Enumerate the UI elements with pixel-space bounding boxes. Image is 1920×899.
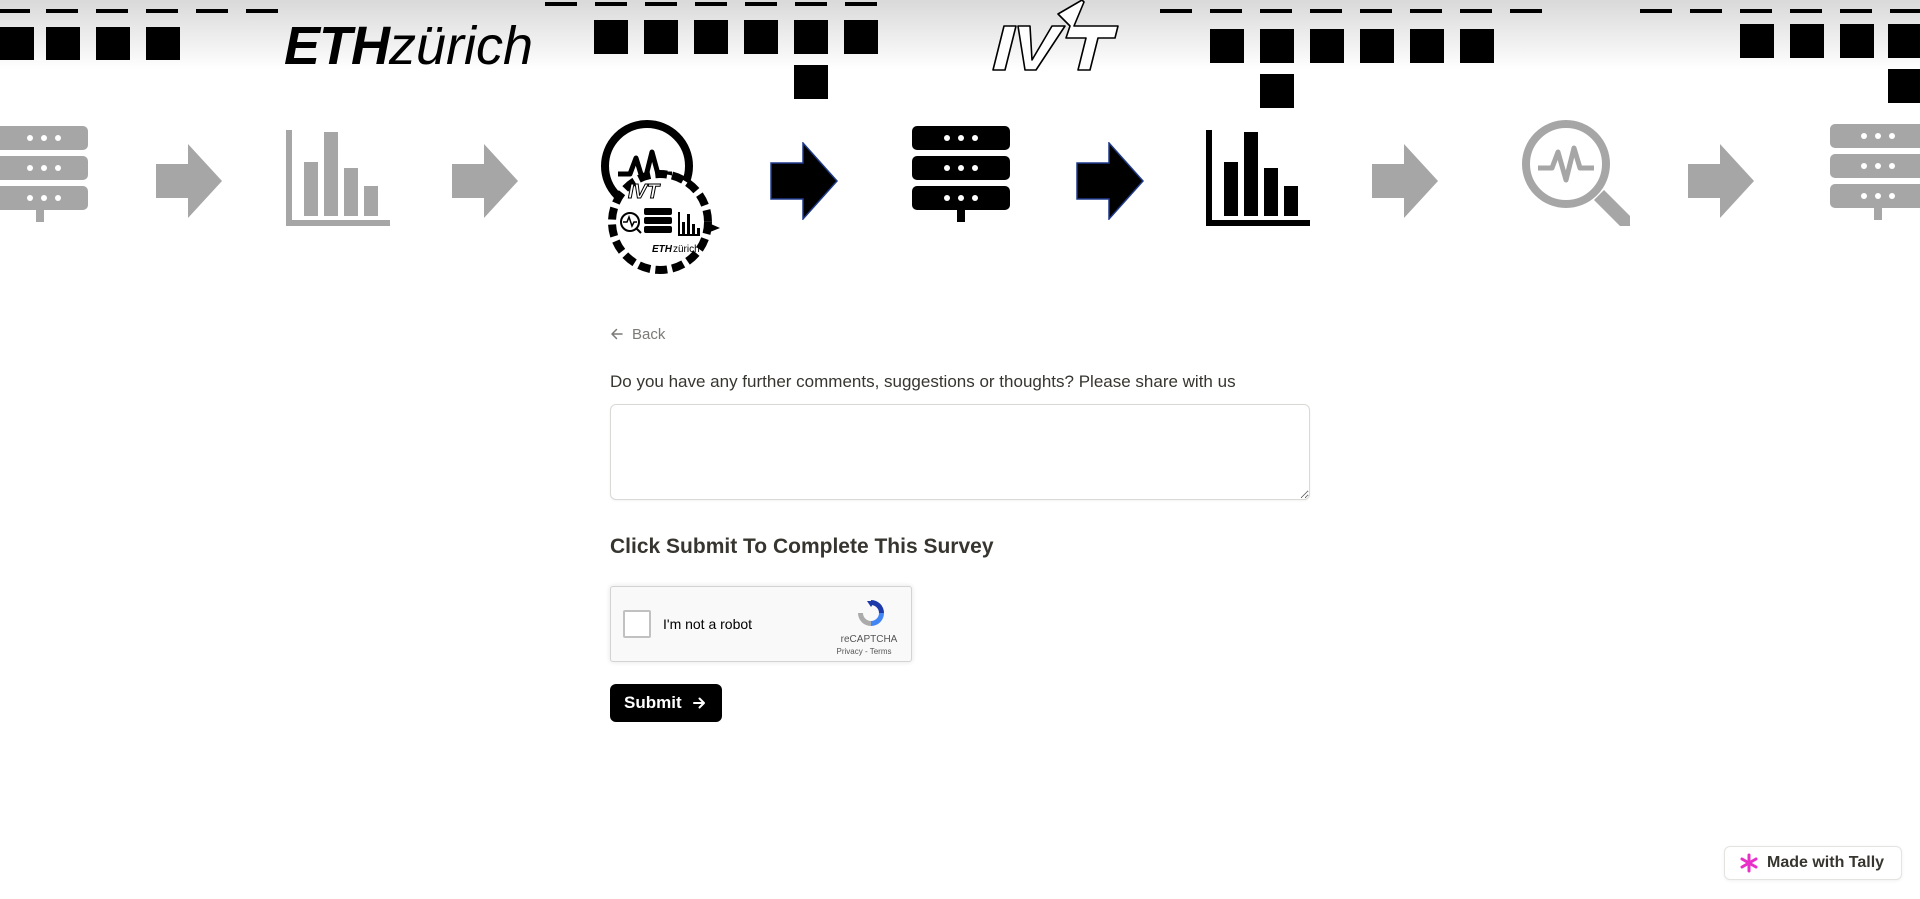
- submit-label: Submit: [624, 693, 682, 712]
- pixel-square: [594, 20, 628, 54]
- search-pulse-icon: [1522, 120, 1630, 226]
- pixel-square: [844, 20, 878, 54]
- tile-strip: [1510, 9, 1542, 13]
- tile-strip: [146, 9, 178, 13]
- pixel-square: [794, 20, 828, 54]
- pixel-square: [1260, 74, 1294, 108]
- tally-asterisk-icon: [1740, 853, 1758, 873]
- badge-ivt-text: IVT: [628, 181, 661, 203]
- pixel-square: [694, 20, 728, 54]
- ivt-logo: [992, 0, 1119, 71]
- svg-text:ETHzürich: ETHzürich: [652, 244, 700, 255]
- pixel-square: [1460, 29, 1494, 63]
- comments-textarea[interactable]: [610, 404, 1310, 500]
- tile-strip: [1840, 9, 1872, 13]
- recaptcha-label: I'm not a robot: [663, 616, 753, 632]
- tile-strip: [1410, 9, 1442, 13]
- back-label: Back: [632, 325, 666, 343]
- arrow-left-icon: [611, 328, 623, 340]
- pixel-square: [1888, 24, 1920, 58]
- eth-logo-light: zürich: [389, 16, 534, 76]
- badge-zurich-text: zürich: [673, 244, 700, 255]
- tile-strip: [1790, 9, 1822, 13]
- server-icon: [1830, 124, 1920, 220]
- eth-zurich-logo: ETHzürich: [284, 16, 533, 76]
- tile-strip: [645, 2, 677, 6]
- server-icon: [912, 126, 1010, 222]
- back-link[interactable]: Back: [610, 320, 665, 348]
- pixel-square: [794, 65, 828, 99]
- arrow-right-icon: [770, 142, 838, 220]
- tile-strip: [0, 9, 30, 13]
- arrow-right-icon: [1372, 144, 1438, 218]
- pixel-square: [744, 20, 778, 54]
- pixel-square: [0, 27, 34, 60]
- pixel-square: [1888, 69, 1920, 103]
- tile-strip: [196, 9, 228, 13]
- survey-form: Back Do you have any further comments, s…: [610, 320, 1310, 722]
- pixel-square: [1310, 29, 1344, 63]
- pixel-square: [46, 27, 80, 60]
- tile-strip: [246, 9, 278, 13]
- arrow-right-icon: [156, 144, 222, 218]
- tile-strip: [1690, 9, 1722, 13]
- tile-strip: [1160, 9, 1192, 13]
- pixel-square: [1790, 24, 1824, 58]
- pixel-square: [1360, 29, 1394, 63]
- recaptcha-widget: I'm not a robot reCAPTCHA Privacy - Term…: [610, 586, 912, 662]
- recaptcha-checkbox[interactable]: [623, 610, 651, 638]
- arrow-right-icon: [452, 144, 518, 218]
- tile-strip: [1360, 9, 1392, 13]
- section-title: Click Submit To Complete This Survey: [610, 535, 994, 558]
- badge-eth-text: ETH: [652, 244, 673, 255]
- pixel-square: [644, 20, 678, 54]
- tile-strip: [845, 2, 877, 6]
- made-with-tally-badge[interactable]: Made with Tally: [1724, 846, 1902, 880]
- tally-label: Made with Tally: [1767, 854, 1885, 871]
- tile-strip: [795, 2, 827, 6]
- question-label: Do you have any further comments, sugges…: [610, 372, 1236, 391]
- pixel-square: [1260, 29, 1294, 63]
- tile-strip: [1740, 9, 1772, 13]
- answer-wrapper: [610, 404, 1310, 500]
- recaptcha-logo-icon: [858, 600, 884, 626]
- tile-strip: [695, 2, 727, 6]
- tile-strip: [96, 9, 128, 13]
- pixel-square: [1210, 29, 1244, 63]
- tile-strip: [1260, 9, 1292, 13]
- recaptcha-brand: reCAPTCHA: [840, 634, 898, 645]
- pixel-square: [96, 27, 130, 60]
- pixel-square: [1840, 24, 1874, 58]
- submit-button[interactable]: Submit: [610, 684, 722, 722]
- tile-strip: [545, 2, 577, 6]
- tile-strip: [1890, 9, 1920, 13]
- tile-strip: [745, 2, 777, 6]
- arrow-right-icon: [1688, 144, 1754, 218]
- pixel-square: [1410, 29, 1444, 63]
- tile-strip: [1640, 9, 1672, 13]
- eth-logo-bold: ETH: [284, 16, 390, 76]
- bar-chart-icon: [1206, 130, 1310, 226]
- recaptcha-links[interactable]: Privacy - Terms: [829, 647, 899, 656]
- tile-strip: [46, 9, 78, 13]
- header-banner: ETHzürich IVT ETHzürich: [0, 0, 1920, 300]
- pixel-square: [1740, 24, 1774, 58]
- arrow-right-icon: [692, 697, 705, 709]
- project-logo-icon: IVT ETHzürich: [601, 120, 720, 274]
- tile-strip: [1210, 9, 1242, 13]
- pixel-square: [146, 27, 180, 60]
- bar-chart-icon: [286, 130, 390, 226]
- tile-strip: [1310, 9, 1342, 13]
- arrow-right-icon: [1076, 142, 1144, 220]
- server-icon: [0, 126, 88, 222]
- tile-strip: [595, 2, 627, 6]
- tile-strip: [1460, 9, 1492, 13]
